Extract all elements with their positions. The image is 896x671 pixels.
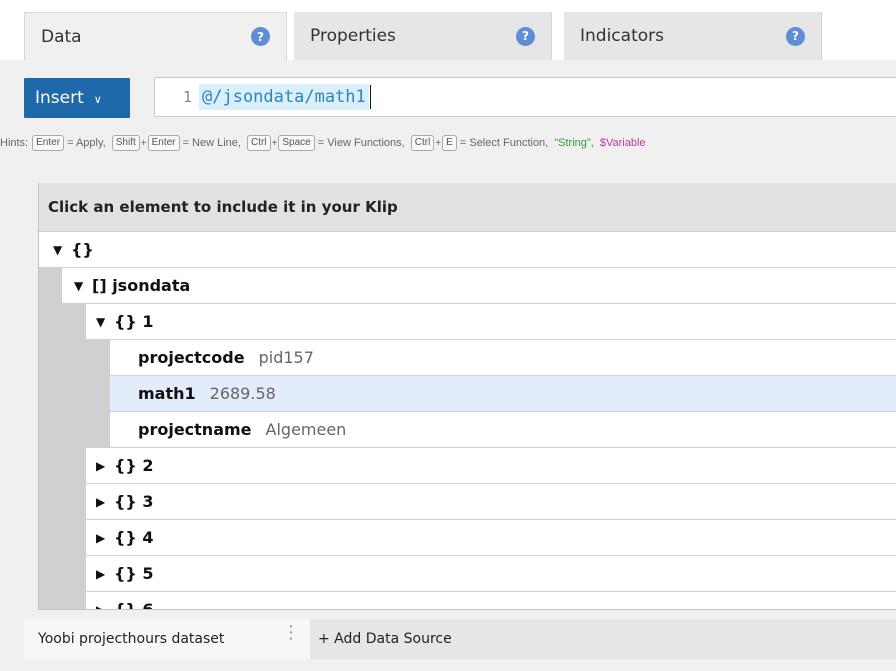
tab-data[interactable]: Data ? xyxy=(24,12,287,60)
hint-variable: $Variable xyxy=(599,137,646,149)
tree-node-item-6[interactable]: ▶ {} 6 xyxy=(86,591,896,610)
caret-right-icon[interactable]: ▶ xyxy=(96,603,114,610)
caret-right-icon[interactable]: ▶ xyxy=(96,567,114,581)
more-options-icon[interactable]: ⋮ xyxy=(282,624,300,642)
tab-properties[interactable]: Properties ? xyxy=(294,12,552,60)
caret-right-icon[interactable]: ▶ xyxy=(96,495,114,509)
tree-leaf-projectcode[interactable]: projectcode pid157 xyxy=(110,339,896,375)
key-enter: Enter xyxy=(32,135,65,151)
tab-data-label: Data xyxy=(41,26,82,47)
line-number: 1 xyxy=(182,88,192,106)
caret-right-icon[interactable]: ▶ xyxy=(96,459,114,473)
help-icon[interactable]: ? xyxy=(516,26,535,46)
formula-code[interactable]: @/jsondata/math1 xyxy=(199,84,369,110)
tree-leaf-projectname[interactable]: projectname Algemeen xyxy=(110,411,896,447)
hints-prefix: Hints: xyxy=(0,137,29,149)
help-icon[interactable]: ? xyxy=(251,27,270,46)
keyboard-hints: Hints: Enter = Apply, Shift + Enter = New … xyxy=(0,133,896,153)
key-shift: Shift xyxy=(111,135,140,151)
tree-node-item-5[interactable]: ▶ {} 5 xyxy=(86,555,896,591)
data-source-label: Yoobi projecthours dataset xyxy=(38,631,225,647)
text-caret xyxy=(369,85,371,109)
caret-down-icon[interactable]: ▼ xyxy=(53,243,71,257)
tree-leaf-math1[interactable]: math1 2689.58 xyxy=(110,375,896,411)
key-ctrl: Ctrl xyxy=(410,135,435,151)
tab-indicators-label: Indicators xyxy=(580,26,664,46)
hint-view-functions: Ctrl + Space = View Functions, xyxy=(246,135,405,151)
data-source-bar: Yoobi projecthours dataset ⋮ + Add Data … xyxy=(24,619,896,659)
hint-select-function: Ctrl + E = Select Function, xyxy=(410,135,548,151)
key-ctrl: Ctrl xyxy=(246,135,271,151)
tree-node-jsondata[interactable]: ▼ [] jsondata xyxy=(62,267,896,303)
tab-indicators[interactable]: Indicators ? xyxy=(564,12,822,60)
hint-string: "String", xyxy=(554,137,594,149)
chevron-down-icon: ∨ xyxy=(93,92,102,106)
tab-properties-label: Properties xyxy=(310,26,396,46)
key-space: Space xyxy=(278,135,315,151)
caret-down-icon[interactable]: ▼ xyxy=(96,315,114,329)
key-e: E xyxy=(442,135,457,151)
hint-new-line: Shift + Enter = New Line, xyxy=(111,135,241,151)
tree-node-item-3[interactable]: ▶ {} 3 xyxy=(86,483,896,519)
key-enter: Enter xyxy=(147,135,180,151)
data-source-tab[interactable]: Yoobi projecthours dataset ⋮ xyxy=(24,619,310,659)
caret-right-icon[interactable]: ▶ xyxy=(96,531,114,545)
formula-editor[interactable]: 1 @/jsondata/math1 xyxy=(154,77,896,117)
insert-button[interactable]: Insert ∨ xyxy=(24,78,130,118)
panel-title: Click an element to include it in your K… xyxy=(39,183,896,231)
tree-node-root[interactable]: ▼ {} xyxy=(39,231,896,267)
data-tree-panel: Click an element to include it in your K… xyxy=(38,183,896,610)
insert-button-label: Insert xyxy=(35,88,84,108)
tree-node-item-1[interactable]: ▼ {} 1 xyxy=(86,303,896,339)
add-data-source-button[interactable]: + Add Data Source xyxy=(318,619,452,659)
hint-apply: Enter = Apply, xyxy=(32,135,106,151)
tab-bar: Data ? Properties ? Indicators ? xyxy=(0,0,896,60)
tree-node-item-4[interactable]: ▶ {} 4 xyxy=(86,519,896,555)
caret-down-icon[interactable]: ▼ xyxy=(74,279,92,293)
tree-node-item-2[interactable]: ▶ {} 2 xyxy=(86,447,896,483)
help-icon[interactable]: ? xyxy=(786,26,805,46)
